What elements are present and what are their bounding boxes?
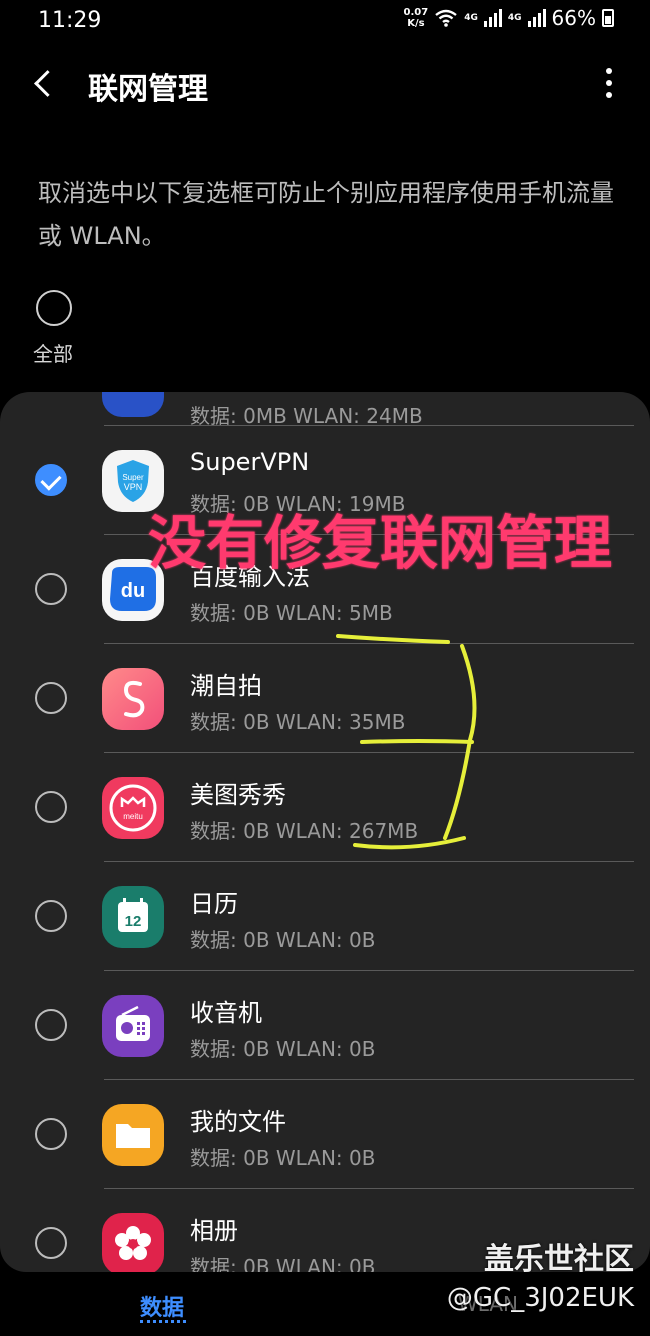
watermark-user: @GC_3J02EUK	[446, 1283, 634, 1313]
annotation-brace-mark	[336, 634, 477, 850]
tab-data[interactable]: 数据	[140, 1290, 184, 1322]
watermark-community: 盖乐世社区	[484, 1242, 634, 1277]
tab-data-indicator	[140, 1320, 186, 1323]
